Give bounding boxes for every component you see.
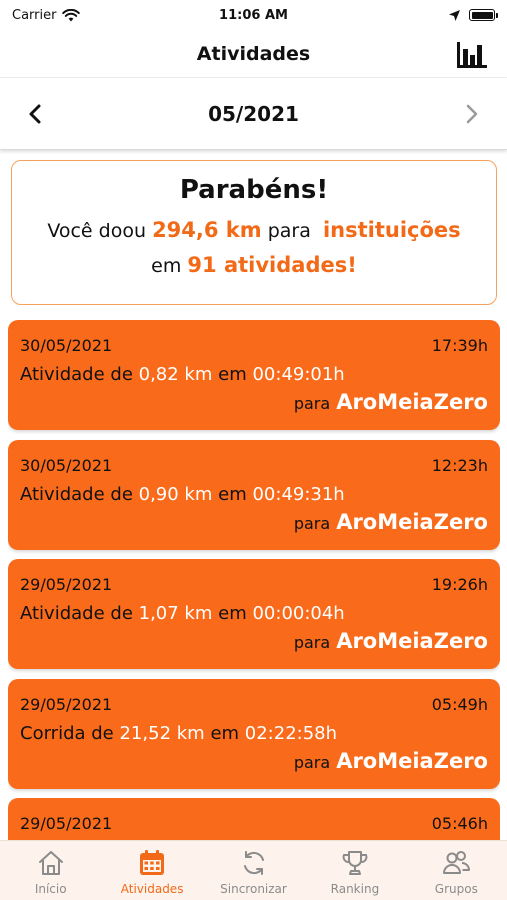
- activity-date: 29/05/2021: [20, 694, 113, 714]
- activity-beneficiary: para AroMeiaZero: [294, 749, 488, 773]
- activity-institution: AroMeiaZero: [336, 629, 488, 653]
- tab-label: Sincronizar: [220, 882, 287, 896]
- activity-time: 17:39h: [431, 336, 488, 355]
- tab-label: Início: [34, 882, 67, 896]
- tab-inicio[interactable]: Início: [0, 841, 101, 900]
- month-selector: 05/2021: [0, 78, 507, 150]
- activity-distance: 0,90 km: [138, 483, 213, 505]
- month-label: 05/2021: [208, 101, 299, 126]
- group-icon: [443, 851, 471, 874]
- activity-description: Atividade de 0,90 km em 00:49:31h: [20, 484, 345, 505]
- congrats-text-1: Você doou: [47, 220, 147, 242]
- status-right: [334, 9, 498, 22]
- activity-card[interactable]: 29/05/2021 19:26h Atividade de 1,07 km e…: [8, 559, 500, 669]
- activity-card[interactable]: 30/05/2021 12:23h Atividade de 0,90 km e…: [8, 439, 500, 550]
- activity-for-label: para: [293, 394, 331, 413]
- status-left: Carrier: [12, 8, 173, 23]
- chevron-right-icon[interactable]: [459, 102, 483, 126]
- bar-chart-icon[interactable]: [455, 38, 489, 70]
- wifi-icon: [62, 8, 81, 21]
- tab-label: Atividades: [120, 882, 184, 896]
- activity-for-label: para: [293, 752, 331, 772]
- activity-time: 19:26h: [431, 575, 488, 594]
- activity-type: Atividade de: [20, 364, 133, 385]
- activity-sep: em: [218, 603, 247, 624]
- activity-beneficiary: para AroMeiaZero: [294, 629, 488, 653]
- activity-for-label: para: [293, 633, 331, 652]
- tab-atividades[interactable]: Atividades: [101, 841, 202, 900]
- status-time: 11:06 AM: [219, 7, 288, 23]
- activity-sep: em: [218, 483, 247, 505]
- activity-distance: 1,07 km: [138, 603, 213, 624]
- tab-bar: Início Atividades Sincronizar Ranking Gr…: [0, 840, 507, 900]
- activity-sep: em: [210, 722, 240, 744]
- activity-card[interactable]: 29/05/2021 05:49h Corrida de 21,52 km em…: [8, 678, 500, 789]
- total-activities: 91 atividades!: [187, 253, 357, 277]
- tab-label: Grupos: [434, 882, 478, 896]
- activity-time: 05:46h: [431, 814, 488, 833]
- activity-time: 12:23h: [431, 455, 488, 475]
- tab-sincronizar[interactable]: Sincronizar: [203, 841, 304, 900]
- home-icon: [38, 851, 63, 875]
- congrats-line-2: em 91 atividades!: [12, 252, 496, 279]
- tab-grupos[interactable]: Grupos: [406, 841, 507, 900]
- activity-type: Corrida de: [20, 722, 114, 744]
- activity-duration: 00:49:01h: [252, 364, 345, 385]
- activity-duration: 02:22:58h: [244, 722, 338, 744]
- activity-date: 29/05/2021: [20, 814, 113, 833]
- status-bar: Carrier 11:06 AM: [0, 0, 507, 30]
- activity-type: Atividade de: [20, 483, 133, 505]
- page-title: Atividades: [196, 42, 311, 65]
- activity-institution: AroMeiaZero: [336, 509, 488, 534]
- activity-description: Corrida de 21,52 km em 02:22:58h: [20, 723, 337, 744]
- congrats-line-1: Você doou 294,6 km para instituições: [12, 217, 496, 244]
- activity-duration: 00:49:31h: [252, 483, 345, 505]
- activity-beneficiary: para AroMeiaZero: [294, 510, 488, 534]
- activity-date: 30/05/2021: [20, 455, 113, 475]
- activity-sep: em: [218, 364, 247, 385]
- activity-date: 29/05/2021: [20, 575, 113, 594]
- activity-for-label: para: [293, 513, 331, 533]
- activity-distance: 0,82 km: [138, 364, 213, 385]
- activity-card[interactable]: 29/05/2021 05:46h: [8, 798, 500, 840]
- congrats-card: Parabéns! Você doou 294,6 km para instit…: [11, 160, 497, 305]
- tab-label: Ranking: [330, 882, 380, 896]
- activity-description: Atividade de 0,82 km em 00:49:01h: [20, 364, 345, 385]
- activity-institution: AroMeiaZero: [336, 390, 488, 414]
- congrats-text-2: para: [267, 220, 311, 242]
- nav-bar: Atividades: [0, 30, 507, 78]
- battery-icon: [469, 9, 498, 21]
- calendar-icon: [140, 850, 165, 875]
- activity-duration: 00:00:04h: [252, 603, 345, 624]
- activity-description: Atividade de 1,07 km em 00:00:04h: [20, 603, 345, 624]
- activity-time: 05:49h: [431, 694, 488, 714]
- chevron-left-icon[interactable]: [24, 102, 48, 126]
- trophy-icon: [342, 851, 368, 875]
- tab-ranking[interactable]: Ranking: [304, 841, 405, 900]
- activity-institution: AroMeiaZero: [336, 748, 488, 773]
- sync-icon: [243, 851, 264, 875]
- activity-date: 30/05/2021: [20, 336, 113, 355]
- carrier-label: Carrier: [12, 7, 57, 23]
- activity-card[interactable]: 30/05/2021 17:39h Atividade de 0,82 km e…: [8, 320, 500, 430]
- activity-list[interactable]: 30/05/2021 17:39h Atividade de 0,82 km e…: [8, 320, 500, 840]
- activity-beneficiary: para AroMeiaZero: [294, 390, 488, 414]
- activity-distance: 21,52 km: [119, 722, 205, 744]
- total-distance: 294,6 km: [152, 218, 262, 242]
- activity-type: Atividade de: [20, 603, 133, 624]
- congrats-text-3: em: [151, 255, 182, 277]
- congrats-title: Parabéns!: [179, 175, 329, 205]
- donation-target: instituições: [322, 218, 461, 242]
- location-arrow-icon: [449, 9, 460, 21]
